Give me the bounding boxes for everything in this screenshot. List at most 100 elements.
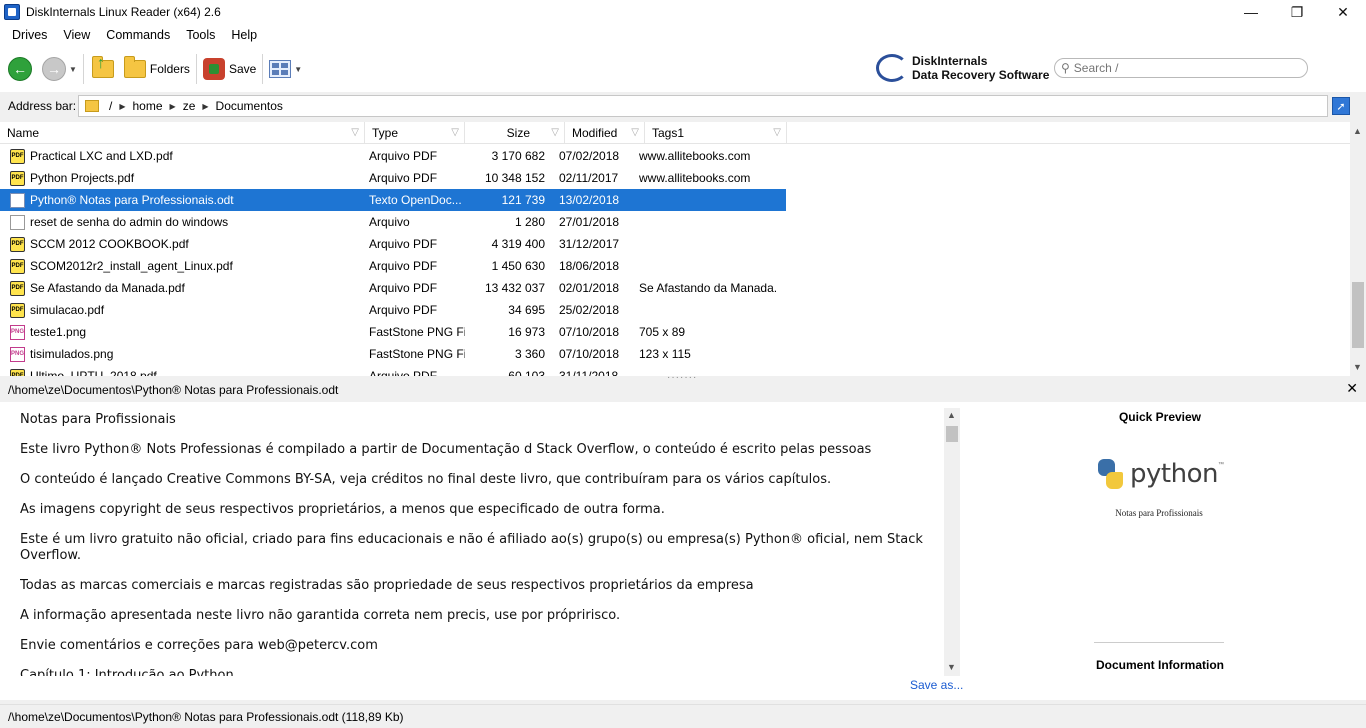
toolbar-separator [262,54,264,84]
file-type: Arquivo PDF [369,369,438,376]
maximize-button[interactable]: ❐ [1274,0,1320,24]
scroll-thumb[interactable] [1352,282,1364,348]
file-list: Name ▽ Type ▽ Size ▽ Modified ▽ Tags1 ▽ PDF Pr… [0,122,1366,376]
file-row[interactable]: PDF Se Afastando da Manada.pdf Arquivo PDF… [0,277,786,299]
file-row[interactable]: PDF Python Projects.pdf Arquivo PDF 10 348 … [0,167,786,189]
save-button[interactable]: Save [202,58,256,80]
python-logo-word: python [1130,459,1218,489]
pdf-file-icon: PDF [10,170,25,186]
scroll-thumb[interactable] [946,426,958,442]
crumb-separator-icon[interactable]: ▶ [202,102,208,111]
file-size: 4 319 400 [491,237,545,251]
menu-tools[interactable]: Tools [178,28,223,42]
crumb-separator-icon[interactable]: ▶ [170,102,176,111]
minimize-button[interactable]: — [1228,0,1274,24]
filter-icon[interactable]: ▽ [351,127,359,138]
file-row[interactable]: PNG teste1.png FastStone PNG File 16 973 07/… [0,321,786,343]
file-modified: 18/06/2018 [559,259,620,273]
file-modified: 25/02/2018 [559,303,620,317]
file-size: 3 170 682 [491,149,545,163]
toolbar-separator [195,54,197,84]
file-type: Arquivo PDF [369,237,438,251]
document-paragraph: As imagens copyright de seus respectivos… [20,502,665,517]
menu-view[interactable]: View [55,28,98,42]
file-row[interactable]: PDF Practical LXC and LXD.pdf Arquivo PDF 3… [0,145,786,167]
file-type: Arquivo [369,215,410,229]
file-row[interactable]: PDF SCOM2012r2_install_agent_Linux.pdf Arq… [0,255,786,277]
menu-drives[interactable]: Drives [4,28,55,42]
crumb-separator-icon[interactable]: ▶ [119,102,125,111]
file-type: Arquivo PDF [369,149,438,163]
address-field[interactable]: / ▶ home ▶ ze ▶ Documentos [78,95,1328,117]
scroll-up-icon[interactable]: ▲ [947,410,956,420]
crumb-documentos[interactable]: Documentos [216,99,283,113]
file-size: 10 348 152 [484,171,545,185]
scroll-up-icon[interactable]: ▲ [1353,126,1362,136]
file-row[interactable]: PDF SCCM 2012 COOKBOOK.pdf Arquivo PDF 4 31… [0,233,786,255]
preview-scrollbar[interactable]: ▲ ▼ [944,408,960,676]
file-type: Arquivo PDF [369,303,438,317]
column-header-modified[interactable]: Modified ▽ [565,122,645,144]
view-dropdown-icon[interactable]: ▼ [294,65,302,74]
close-preview-icon[interactable]: ✕ [1346,380,1358,397]
folders-button[interactable]: Folders [123,56,190,78]
file-type: Arquivo PDF [369,281,438,295]
column-header-type[interactable]: Type ▽ [365,122,465,144]
pdf-file-icon: PDF [10,148,25,164]
window-title: DiskInternals Linux Reader (x64) 2.6 [26,5,221,19]
scroll-down-icon[interactable]: ▼ [947,662,956,672]
filter-icon[interactable]: ▽ [551,127,559,138]
crumb-ze[interactable]: ze [183,99,196,113]
toolbar-separator [82,54,84,84]
scroll-down-icon[interactable]: ▼ [1353,362,1362,372]
column-header-name[interactable]: Name ▽ [0,122,365,144]
file-row[interactable]: PDF simulacao.pdf Arquivo PDF 34 695 25/02/2… [0,299,786,321]
crumb-home[interactable]: home [133,99,163,113]
file-list-scrollbar[interactable]: ▲ ▼ [1350,122,1366,376]
file-size: 60 103 [508,369,545,376]
folder-icon [85,100,99,112]
file-modified: 27/01/2018 [559,215,620,229]
folder-up-button[interactable]: ↑ [91,55,114,78]
file-modified: 02/01/2018 [559,281,620,295]
search-box: ⚲ [1054,58,1308,78]
view-mode-button[interactable] [269,60,292,78]
brand: DiskInternals Data Recovery Software [876,54,1049,82]
search-input[interactable] [1073,61,1294,75]
file-modified: 07/10/2018 [559,347,620,361]
back-button[interactable]: ← [8,57,32,81]
blank-file-icon [10,214,25,230]
file-name: SCCM 2012 COOKBOOK.pdf [30,237,189,251]
filter-icon[interactable]: ▽ [631,127,639,138]
crumb-root[interactable]: / [109,99,112,113]
file-type: FastStone PNG File [369,325,465,339]
window-controls: — ❐ ✕ [1228,0,1366,24]
column-header-tags[interactable]: Tags1 ▽ [645,122,787,144]
address-label: Address bar: [8,99,77,113]
file-type: FastStone PNG File [369,347,465,361]
file-row[interactable]: Python® Notas para Professionais.odt Text… [0,189,786,211]
column-header-size[interactable]: Size ▽ [465,122,565,144]
menu-bar: Drives View Commands Tools Help [0,24,1366,46]
file-type: Arquivo PDF [369,259,438,273]
document-paragraph: Todas as marcas comerciais e marcas regi… [20,578,754,593]
menu-commands[interactable]: Commands [98,28,178,42]
forward-button[interactable]: → [42,57,66,81]
document-text: Notas para Profissionais Este livro Pytho… [20,412,940,676]
save-as-link[interactable]: Save as... [910,678,963,692]
file-size: 16 973 [508,325,545,339]
search-icon: ⚲ [1061,61,1070,75]
file-row[interactable]: PNG tisimulados.png FastStone PNG File 3 36… [0,343,786,365]
status-bar: /\home\ze\Documentos\Python® Notas para … [0,704,1366,728]
file-row[interactable]: reset de senha do admin do windows Arquiv… [0,211,786,233]
filter-icon[interactable]: ▽ [451,127,459,138]
close-button[interactable]: ✕ [1320,0,1366,24]
menu-help[interactable]: Help [223,28,265,42]
address-bar: Address bar: / ▶ home ▶ ze ▶ Documentos … [0,92,1366,120]
page-footer-line [1094,642,1224,643]
filter-icon[interactable]: ▽ [773,127,781,138]
address-go-button[interactable]: ➚ [1332,97,1350,115]
forward-dropdown-icon[interactable]: ▼ [69,65,77,74]
file-type: Texto OpenDoc... [369,193,462,207]
file-size: 121 739 [501,193,545,207]
